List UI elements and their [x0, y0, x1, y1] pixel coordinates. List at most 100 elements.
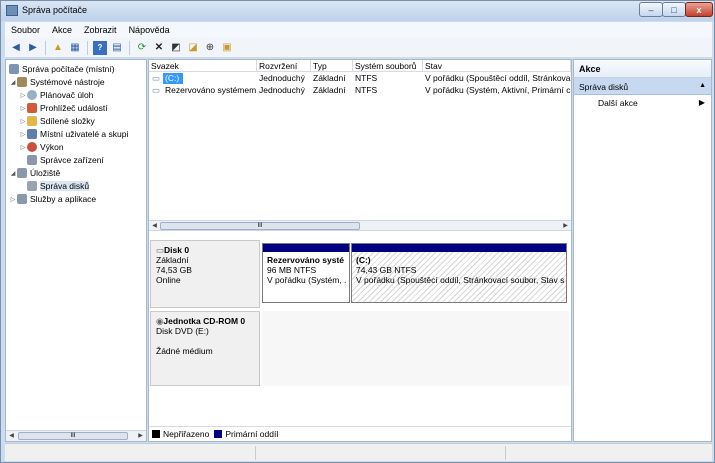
status-separator [505, 446, 506, 460]
partition-c[interactable]: (C:) 74,43 GB NTFS V pořádku (Spouštěcí … [351, 243, 567, 303]
forward-icon[interactable]: ▶ [26, 41, 40, 55]
partition-status: V pořádku (Spouštěcí oddíl, Stránkovací … [356, 275, 565, 285]
window-title: Správa počítače [22, 5, 88, 15]
help-icon[interactable]: ? [93, 40, 107, 55]
partition-name: Rezervováno systé [267, 255, 345, 265]
column-file-system[interactable]: Systém souborů [353, 60, 423, 72]
expand-icon[interactable]: ▷ [19, 118, 27, 125]
volume-row[interactable]: ▭ Rezervováno systémem Jednoduchý Základ… [149, 85, 571, 96]
status-bar [5, 443, 712, 461]
tree-item-label: Správa disků [40, 181, 90, 191]
zoom-icon[interactable]: ⊕ [203, 41, 217, 55]
disk-0-info[interactable]: ▭Disk 0 Základní 74,53 GB Online [150, 240, 260, 308]
tree-item-label: Služby a aplikace [30, 194, 97, 204]
hard-disk-icon: ▭ [156, 245, 165, 255]
expand-icon[interactable]: ▷ [19, 144, 27, 151]
volume-status: V pořádku (Spouštěcí oddíl, Stránkova [425, 73, 571, 83]
back-icon[interactable]: ◀ [9, 41, 23, 55]
collapse-icon[interactable]: ◢ [9, 170, 17, 177]
scroll-right-icon[interactable]: ▶ [136, 432, 145, 441]
computer-icon [9, 64, 19, 74]
volume-row[interactable]: (C:) ▭ Jednoduchý Základní NTFS V pořádk… [149, 73, 571, 84]
primary-swatch [214, 430, 223, 438]
tree-item-label: Správa počítače (místní) [22, 64, 115, 74]
maximize-button[interactable]: □ [662, 2, 686, 17]
toolbar: ◀ ▶ ▲ ▦ ? ▤ ⟳ ✕ ◩ ◪ ⊕ ▣ [5, 38, 712, 58]
expand-icon[interactable]: ▷ [19, 105, 27, 112]
scroll-thumb[interactable]: III [160, 222, 360, 230]
expand-icon[interactable]: ▷ [19, 92, 27, 99]
folder-icon [27, 116, 37, 126]
scroll-left-icon[interactable]: ◀ [150, 222, 159, 231]
tree-item-label: Správce zařízení [40, 155, 104, 165]
tree-item-shared-folders[interactable]: ▷ Sdílené složky [19, 115, 95, 127]
tree-item-label: Systémové nástroje [30, 77, 105, 87]
legend: Nepřiřazeno Primární oddíl [149, 426, 571, 441]
partition-name: (C:) [356, 255, 371, 265]
collapse-icon[interactable]: ◢ [9, 79, 17, 86]
scroll-left-icon[interactable]: ◀ [7, 432, 16, 441]
primary-partition-bar [263, 244, 349, 252]
tree-item-computer-management[interactable]: Správa počítače (místní) [9, 63, 115, 75]
tree-item-performance[interactable]: ▷ Výkon [19, 141, 64, 153]
menu-bar: Soubor Akce Zobrazit Nápověda [5, 22, 712, 38]
refresh-icon[interactable]: ⟳ [135, 41, 149, 55]
tree-item-disk-management[interactable]: Správa disků [19, 180, 90, 192]
volume-list-header: Svazek Rozvržení Typ Systém souborů Stav [149, 60, 571, 72]
cdrom-name: Jednotka CD-ROM 0 [163, 316, 246, 326]
toolbar-separator [45, 40, 46, 55]
new-icon[interactable]: ◩ [169, 41, 183, 55]
scroll-right-icon[interactable]: ▶ [561, 222, 570, 231]
computer-management-window: Správa počítače – □ x Soubor Akce Zobraz… [0, 0, 715, 463]
column-type[interactable]: Typ [311, 60, 353, 72]
performance-icon [27, 142, 37, 152]
more-actions-label: Další akce [598, 98, 638, 108]
show-hide-tree-icon[interactable]: ▦ [68, 41, 82, 55]
menu-help[interactable]: Nápověda [123, 25, 176, 35]
open-icon[interactable]: ◪ [186, 41, 200, 55]
tree-item-services[interactable]: ▷ Služby a aplikace [9, 193, 96, 205]
tree-item-event-viewer[interactable]: ▷ Prohlížeč událostí [19, 102, 108, 114]
column-volume[interactable]: Svazek [149, 60, 257, 72]
scroll-thumb[interactable]: III [18, 432, 128, 440]
delete-icon[interactable]: ✕ [152, 41, 166, 55]
tree-horizontal-scrollbar[interactable]: ◀ III ▶ [6, 430, 146, 441]
menu-file[interactable]: Soubor [5, 25, 46, 35]
tree-item-storage[interactable]: ◢ Úložiště [9, 167, 60, 179]
partition-system-reserved[interactable]: Rezervováno systé 96 MB NTFS V pořádku (… [262, 243, 350, 303]
cdrom-info[interactable]: ◉Jednotka CD-ROM 0 Disk DVD (E:) Žádné m… [150, 311, 260, 386]
menu-action[interactable]: Akce [46, 25, 78, 35]
tree-item-task-scheduler[interactable]: ▷ Plánovač úloh [19, 89, 93, 101]
partition-size: 74,43 GB NTFS [356, 265, 417, 275]
section-label: Správa disků [579, 82, 629, 92]
collapse-arrow-icon[interactable]: ▲ [699, 82, 706, 89]
more-actions-item[interactable]: Další akce ▶ [574, 96, 711, 110]
primary-partition-bar [352, 244, 566, 252]
menu-view[interactable]: Zobrazit [78, 25, 123, 35]
disk-icon [27, 181, 37, 191]
unallocated-swatch [152, 430, 160, 438]
disk-size: 74,53 GB [156, 265, 192, 275]
settings-icon[interactable]: ▣ [220, 41, 234, 55]
partition-status: V pořádku (Systém, . [267, 275, 347, 285]
disk-status: Online [156, 275, 181, 285]
tree-item-local-users[interactable]: ▷ Místní uživatelé a skupi [19, 128, 128, 140]
tree-item-device-manager[interactable]: Správce zařízení [19, 154, 104, 166]
tree-item-label: Místní uživatelé a skupi [40, 129, 129, 139]
expand-icon[interactable]: ▷ [9, 196, 17, 203]
tools-icon [17, 77, 27, 87]
services-icon [17, 194, 27, 204]
tree-item-system-tools[interactable]: ◢ Systémové nástroje [9, 76, 105, 88]
column-status[interactable]: Stav [423, 60, 571, 72]
expand-icon[interactable]: ▷ [19, 131, 27, 138]
up-folder-icon[interactable]: ▲ [51, 41, 65, 55]
users-icon [27, 129, 37, 139]
minimize-button[interactable]: – [639, 2, 663, 17]
column-layout[interactable]: Rozvržení [257, 60, 311, 72]
close-button[interactable]: x [685, 2, 713, 17]
properties-icon[interactable]: ▤ [110, 41, 124, 55]
actions-section-disk-management[interactable]: Správa disků ▲ [574, 78, 711, 95]
volume-list-horizontal-scrollbar[interactable]: ◀ III ▶ [149, 220, 571, 231]
volume-fs: NTFS [355, 85, 378, 95]
actions-pane: Akce Správa disků ▲ Další akce ▶ [573, 59, 712, 442]
